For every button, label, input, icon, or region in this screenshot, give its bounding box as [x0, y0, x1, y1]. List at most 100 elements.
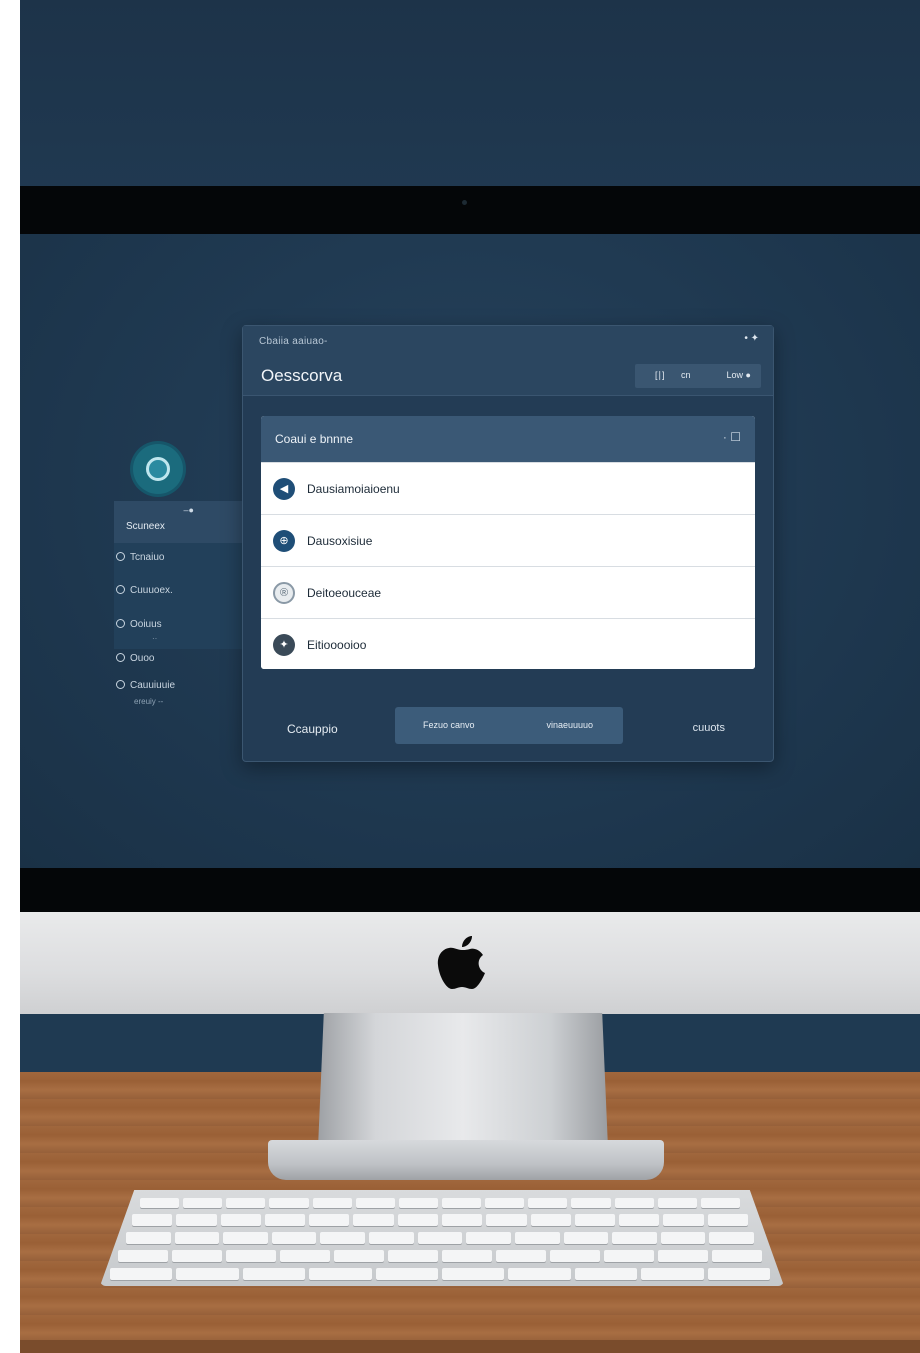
circle-icon	[116, 552, 125, 561]
sidebar-sub-text: ··	[152, 634, 158, 643]
keyboard-key	[220, 1214, 261, 1226]
keyboard-key	[442, 1250, 492, 1262]
back-icon: ◀	[273, 478, 295, 500]
sidebar-item-4[interactable]: Ouoo	[116, 653, 154, 664]
settings-dialog: Cbaiia aaiuao- • ✦ Oesscorva [∣] cn Low …	[242, 325, 774, 762]
keyboard-key	[183, 1198, 223, 1208]
keyboard-key	[571, 1198, 611, 1208]
keyboard-key	[397, 1214, 438, 1226]
list-item[interactable]: ⊕ Dausoxisiue	[261, 514, 755, 566]
list-title: Coaui e bnnne	[275, 432, 354, 446]
keyboard-key	[442, 1198, 482, 1208]
sidebar-item-label: Tcnaiuo	[130, 552, 165, 563]
keyboard-key	[466, 1232, 511, 1244]
keyboard-key	[334, 1250, 384, 1262]
webcam	[462, 200, 467, 205]
keyboard-key	[398, 1198, 438, 1208]
footer-right-button[interactable]: cuuots	[693, 722, 725, 734]
circle-icon	[116, 680, 125, 689]
user-icon	[146, 457, 170, 481]
options-list: Coaui e bnnne · ☐ ◀ Dausiamoiaioenu ⊕ Da…	[261, 416, 755, 669]
keyboard-key	[574, 1214, 616, 1226]
keyboard-key	[174, 1232, 220, 1244]
list-item-label: Deitoeouceae	[307, 586, 382, 600]
sidebar-item-label: Ouoo	[130, 653, 155, 664]
monitor-top-bezel	[20, 186, 920, 234]
sidebar-item-5[interactable]: Cauuiuuie	[116, 680, 175, 691]
toolbar-button-a[interactable]: [∣]	[655, 370, 665, 381]
keyboard-key	[641, 1268, 704, 1280]
footer-secondary-button[interactable]: vinaeuuuuo	[546, 720, 593, 730]
keyboard-key	[176, 1214, 217, 1226]
toolbar-button-b[interactable]: cn	[681, 370, 691, 380]
keyboard-key	[226, 1250, 276, 1262]
keyboard-key	[132, 1214, 173, 1226]
sidebar-avatar[interactable]	[133, 444, 183, 494]
keyboard-key	[657, 1198, 697, 1208]
keyboard-key	[707, 1268, 770, 1280]
list-header-icon[interactable]: · ☐	[723, 430, 741, 444]
monitor-bottom-bezel	[20, 868, 920, 912]
circle-icon	[116, 585, 125, 594]
keyboard-key	[264, 1214, 306, 1226]
registered-icon: ®	[273, 582, 295, 604]
list-item-label: Dausoxisiue	[307, 534, 373, 548]
footer-primary-button[interactable]: Fezuo canvo	[423, 720, 475, 730]
keyboard-key	[508, 1268, 571, 1280]
keyboard-key	[226, 1198, 266, 1208]
list-header: Coaui e bnnne · ☐	[261, 416, 755, 462]
keyboard-key	[126, 1232, 171, 1244]
keyboard-key	[271, 1232, 317, 1244]
sidebar-item-1[interactable]: Tcnaiuo	[116, 552, 164, 563]
keyboard-key	[709, 1232, 754, 1244]
keyboard-key	[388, 1250, 438, 1262]
keyboard-key	[309, 1214, 350, 1226]
keyboard-key	[619, 1214, 660, 1226]
dialog-subtitle: Cbaiia aaiuao-	[259, 336, 328, 347]
keyboard-key	[442, 1214, 483, 1226]
keyboard-key	[176, 1268, 239, 1280]
list-item[interactable]: ◀ Dausiamoiaioenu	[261, 462, 755, 514]
keyboard-key	[550, 1250, 600, 1262]
keyboard-key	[172, 1250, 222, 1262]
puzzle-icon: ✦	[273, 634, 295, 656]
footer-left-button[interactable]: Ccauppio	[287, 722, 338, 736]
circle-icon	[116, 653, 125, 662]
list-item[interactable]: ® Deitoeouceae	[261, 566, 755, 618]
circle-icon	[116, 619, 125, 628]
sidebar-active-mark: –●	[183, 505, 194, 515]
sidebar-item-2[interactable]: Cuuuoex.	[116, 585, 173, 596]
footer-action-group: Fezuo canvo vinaeuuuuo	[395, 707, 623, 744]
keyboard-key	[530, 1214, 571, 1226]
sidebar-item-active[interactable]: –● Scuneex	[114, 501, 242, 543]
sidebar-sub-text: ereuiy --	[134, 697, 164, 706]
keyboard	[100, 1190, 784, 1286]
sidebar-item-label: Cuuuoex.	[130, 585, 173, 596]
window-controls-icon[interactable]: • ✦	[744, 333, 759, 344]
keyboard-key	[280, 1250, 330, 1262]
keyboard-key	[563, 1232, 609, 1244]
keyboard-key	[269, 1198, 309, 1208]
sidebar-item-label: Scuneex	[126, 521, 165, 532]
photo-scene: –● Scuneex Tcnaiuo Cuuuoex. Ooiuus ·· Ou…	[0, 0, 920, 1353]
list-item-label: Eitiooooioo	[307, 638, 367, 652]
keyboard-key	[320, 1232, 366, 1244]
keyboard-key	[242, 1268, 306, 1280]
sidebar-item-label: Ooiuus	[130, 619, 162, 630]
keyboard-key	[309, 1268, 372, 1280]
keyboard-key	[574, 1268, 638, 1280]
toolbar-dropdown[interactable]: Low ●	[727, 370, 751, 380]
list-item[interactable]: ✦ Eitiooooioo	[261, 618, 755, 669]
apple-logo-icon	[437, 936, 485, 989]
keyboard-key	[528, 1198, 568, 1208]
sidebar-item-label: Cauuiuuie	[130, 680, 176, 691]
keyboard-key	[442, 1268, 505, 1280]
keyboard-key	[353, 1214, 394, 1226]
list-item-label: Dausiamoiaioenu	[307, 482, 400, 496]
sidebar-item-3[interactable]: Ooiuus	[116, 619, 162, 630]
keyboard-key	[369, 1232, 414, 1244]
keyboard-key	[375, 1268, 438, 1280]
keyboard-key	[417, 1232, 463, 1244]
keyboard-key	[140, 1198, 180, 1208]
dialog-header: Cbaiia aaiuao- • ✦ Oesscorva [∣] cn Low …	[243, 326, 773, 396]
